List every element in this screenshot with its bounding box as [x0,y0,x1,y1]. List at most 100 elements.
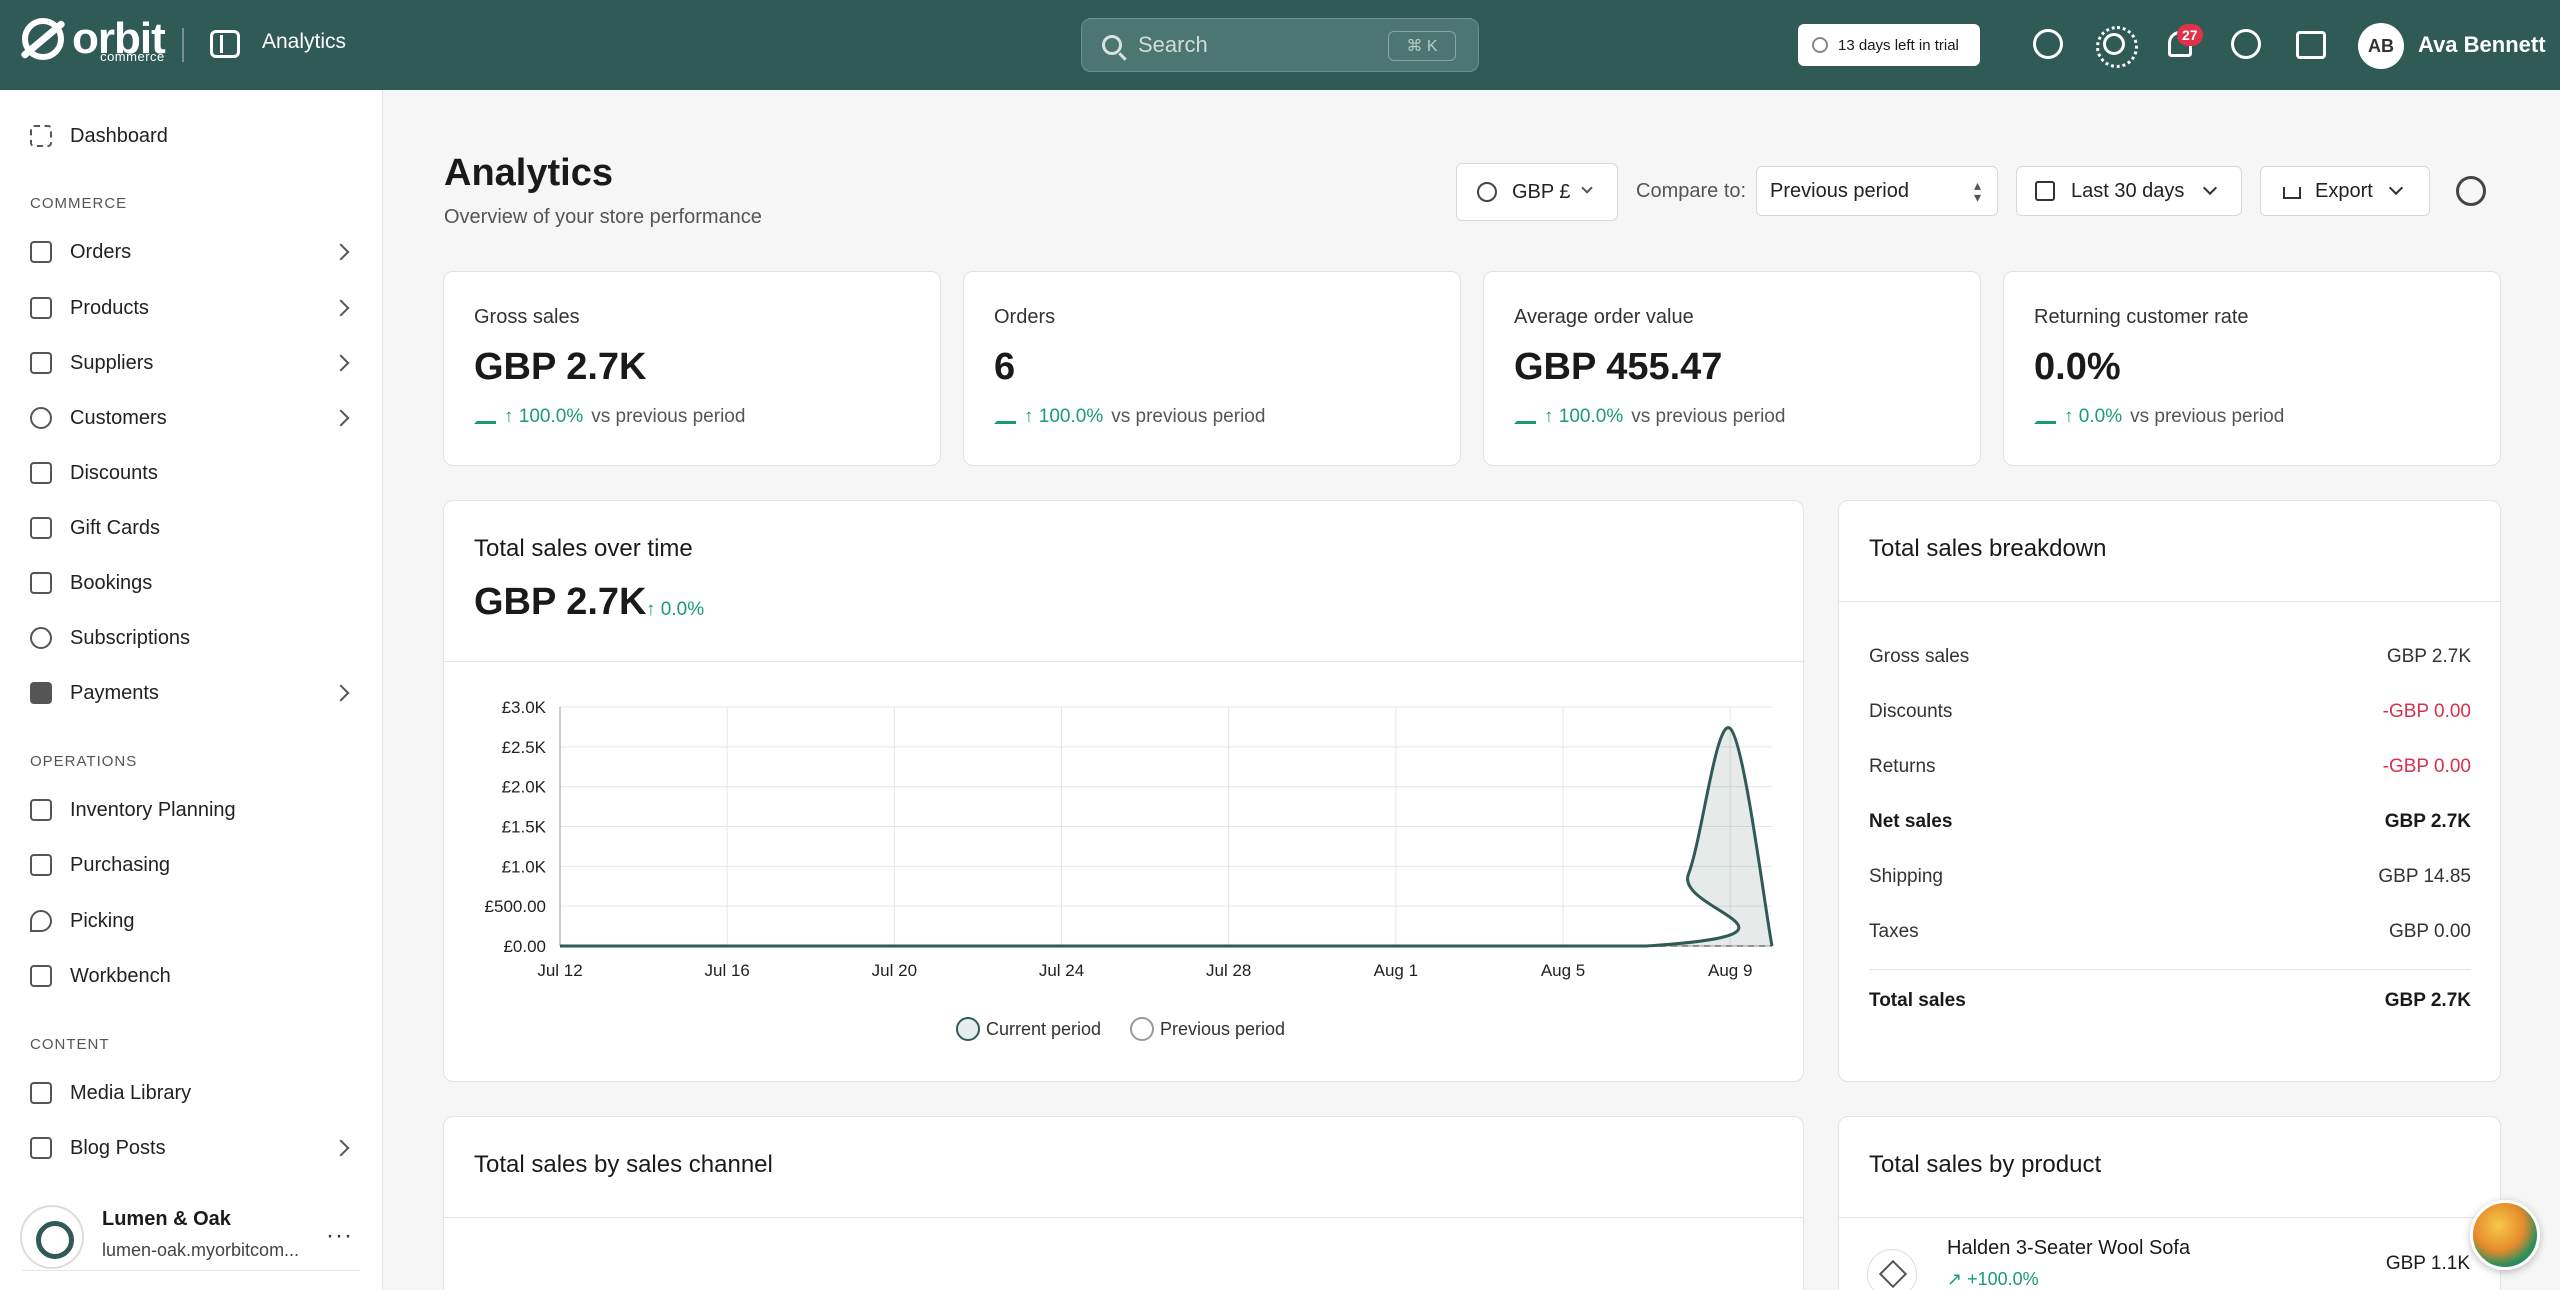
kpi-trend: ↑ 100.0% vs previous period [994,406,1265,428]
sidebar-item-inventory-planning[interactable]: Inventory Planning [0,787,383,833]
export-button[interactable]: Export [2260,166,2430,216]
legend-swatch-previous [1130,1017,1154,1041]
series-area-current [560,727,1772,946]
image-icon [30,1082,52,1104]
sales-change: ↑ 0.0% [646,599,705,620]
kpi-label: Gross sales [474,306,580,328]
box-icon [1878,1259,1908,1289]
box-icon [30,965,52,987]
kpi-change: ↑ 100.0% [504,406,584,427]
kpi-label: Average order value [1514,306,1694,328]
chevron-right-icon [332,299,350,317]
x-tick-label: Jul 24 [1039,961,1084,980]
sales-by-product-card: Total sales by product Halden 3-Seater W… [1838,1116,2501,1290]
sidebar-item-label: Orders [70,240,132,263]
sidebar-item-bookings[interactable]: Bookings [0,560,383,606]
chevron-right-icon [332,684,350,702]
x-tick-label: Jul 16 [704,961,749,980]
product-name[interactable]: Halden 3-Seater Wool Sofa [1947,1237,2190,1260]
breakdown-row-total-sales: Total sales GBP 2.7K [1869,990,2471,1011]
trial-badge[interactable]: 13 days left in trial [1798,24,1980,66]
document-icon [30,1137,52,1159]
series-line-current [559,726,1774,948]
sidebar-item-products[interactable]: Products [0,285,383,331]
kpi-label: Orders [994,306,1056,328]
breakdown-row-taxes: Taxes GBP 0.00 [1869,921,2471,942]
store-logo[interactable] [20,1205,84,1269]
y-tick-label: £2.0K [502,778,547,797]
sidebar-item-discounts[interactable]: Discounts [0,450,383,496]
page-title: Analytics [444,152,613,194]
refresh-icon [30,627,52,649]
sidebar-item-label: Customers [70,406,167,429]
kpi-card-average-order-value: Average order value GBP 455.47 ↑ 100.0% … [1483,271,1981,466]
sidebar-item-blog-posts[interactable]: Blog Posts [0,1125,383,1171]
storefront-icon[interactable] [2296,31,2326,59]
x-tick-label: Jul 28 [1206,961,1251,980]
kpi-suffix: vs previous period [1631,406,1786,427]
product-change: ↗ +100.0% [1947,1269,2039,1289]
sales-breakdown-card: Total sales breakdown Gross sales GBP 2.7… [1838,500,2501,1082]
sidebar-item-label: Purchasing [70,853,171,876]
card-divider [1839,1217,2500,1218]
sidebar-item-dashboard[interactable]: Dashboard [0,113,383,159]
sidebar-item-orders[interactable]: Orders [0,229,383,275]
sidebar-item-label: Suppliers [70,351,154,374]
feedback-icon[interactable] [2033,29,2063,59]
calendar-icon [2035,181,2055,201]
sidebar-item-gift-cards[interactable]: Gift Cards [0,505,383,551]
y-tick-label: £1.5K [502,818,547,837]
sidebar-item-media-library[interactable]: Media Library [0,1070,383,1116]
sidebar-item-label: Bookings [70,571,153,594]
sidebar-item-suppliers[interactable]: Suppliers [0,340,383,386]
kpi-change: ↑ 100.0% [1544,406,1624,427]
card-divider [444,1217,1803,1218]
sidebar-item-label: Discounts [70,461,158,484]
date-range-picker[interactable]: Last 30 days [2016,166,2242,216]
sidebar-item-purchasing[interactable]: Purchasing [0,842,383,888]
user-name[interactable]: Ava Bennett [2418,32,2546,58]
sidebar-toggle-icon[interactable] [210,30,240,58]
chevron-right-icon [332,1139,350,1157]
card-divider [444,661,1803,662]
sidebar-item-payments[interactable]: Payments [0,670,383,716]
compare-select[interactable]: Previous period ▴ ▾ [1756,166,1998,216]
more-options-icon[interactable]: ··· [326,1222,353,1250]
download-icon [2283,187,2301,199]
chevron-down-icon [2388,180,2404,196]
box-icon [30,297,52,319]
tag-icon [30,462,52,484]
card-divider [1839,601,2500,602]
search-input[interactable]: Search ⌘ K [1081,18,1479,72]
calendar-icon [30,572,52,594]
sidebar-item-customers[interactable]: Customers [0,395,383,441]
avatar[interactable]: AB [2358,23,2404,69]
legend-current[interactable]: Current period [956,1017,1101,1041]
globe-icon [1477,182,1497,202]
kpi-card-gross-sales: Gross sales GBP 2.7K ↑ 100.0% vs previou… [443,271,941,466]
help-lifebuoy-icon[interactable] [2231,29,2261,59]
trend-up-icon [474,410,496,424]
currency-value: GBP £ [1512,180,1571,203]
header-divider [182,28,184,62]
refresh-icon[interactable] [2456,176,2486,206]
store-name[interactable]: Lumen & Oak [102,1208,231,1231]
currency-select[interactable]: GBP £ [1456,163,1618,221]
x-tick-label: Jul 12 [537,961,582,980]
sidebar-item-workbench[interactable]: Workbench [0,953,383,999]
legend-label: Previous period [1160,1018,1286,1039]
compare-value: Previous period [1770,179,1909,202]
legend-previous[interactable]: Previous period [1130,1017,1285,1041]
assistant-avatar-button[interactable] [2470,1200,2540,1270]
kpi-change: ↑ 100.0% [1024,406,1104,427]
kpi-card-orders: Orders 6 ↑ 100.0% vs previous period [963,271,1461,466]
sidebar-item-label: Gift Cards [70,516,161,539]
kpi-trend: ↑ 100.0% vs previous period [474,406,745,428]
brand-name: orbit commerce [72,17,166,65]
theme-sun-icon[interactable] [2096,26,2138,68]
sidebar-item-subscriptions[interactable]: Subscriptions [0,615,383,661]
orbit-logo[interactable]: orbit commerce [22,17,166,65]
page-subtitle: Overview of your store performance [444,206,762,228]
search-icon [1102,35,1122,55]
sidebar-item-picking[interactable]: Picking [0,898,383,944]
